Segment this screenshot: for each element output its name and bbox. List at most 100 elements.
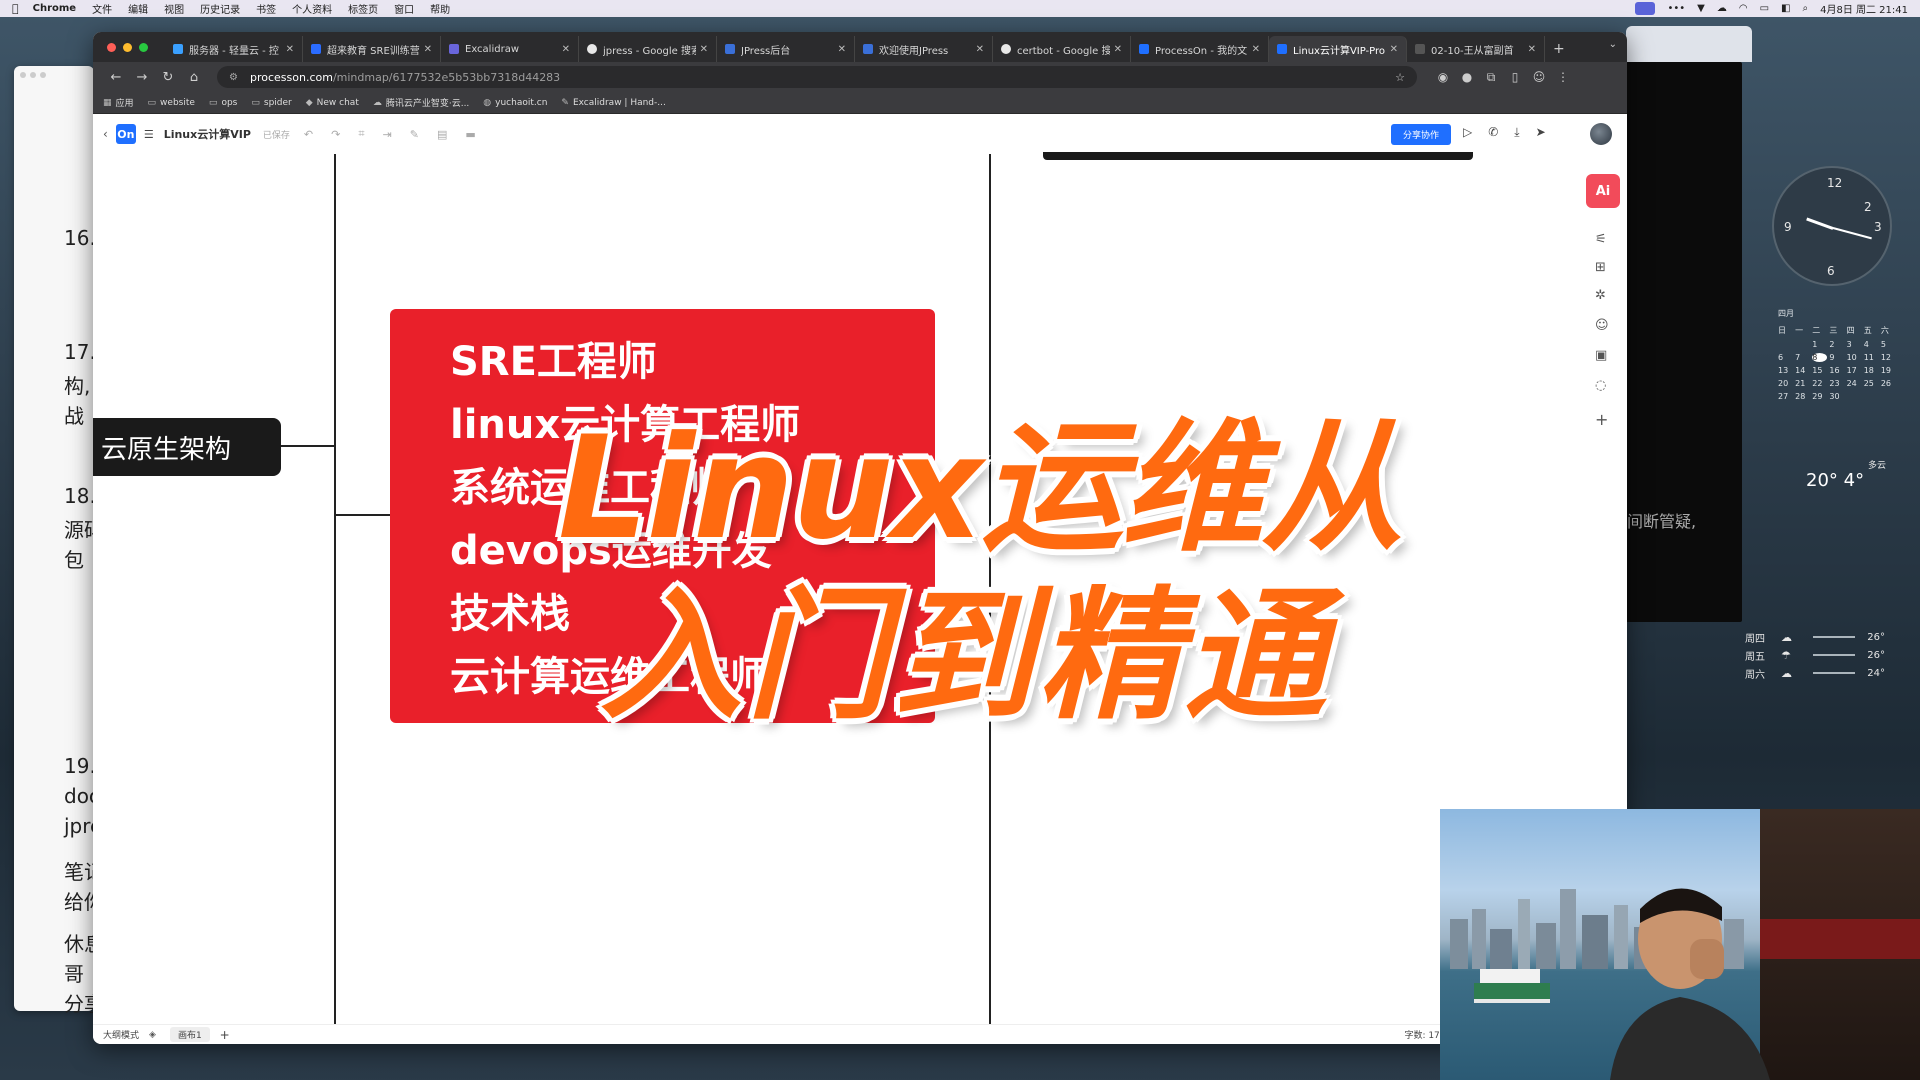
apple-icon[interactable]: : [12, 2, 19, 15]
control-center-icon[interactable]: ◧: [1781, 3, 1790, 14]
menubar-item-help[interactable]: 帮助: [430, 1, 450, 16]
present-icon[interactable]: ▷: [1463, 125, 1472, 140]
close-icon[interactable]: ✕: [1390, 44, 1398, 55]
vpn-icon[interactable]: ▼: [1697, 3, 1705, 14]
bookmark-tencent-cloud[interactable]: ☁ 腾讯云产业智变·云...: [373, 96, 469, 110]
menubar-item-history[interactable]: 历史记录: [200, 1, 240, 16]
ai-assistant-button[interactable]: Ai: [1586, 174, 1620, 208]
redo-icon[interactable]: ↷: [331, 128, 340, 141]
menu-icon[interactable]: ☰: [144, 128, 154, 141]
user-avatar[interactable]: [1590, 123, 1612, 145]
browser-tab[interactable]: JPress后台 ✕: [717, 36, 855, 62]
close-icon[interactable]: ✕: [424, 44, 432, 55]
zoom-window-button[interactable]: [139, 43, 148, 52]
chrome-menu-icon[interactable]: ⋮: [1551, 70, 1575, 84]
extensions-puzzle-icon[interactable]: ⧉: [1479, 70, 1503, 85]
document-title[interactable]: Linux云计算VIP: [164, 126, 251, 142]
close-icon[interactable]: ✕: [1528, 44, 1536, 55]
close-icon[interactable]: ✕: [1114, 44, 1122, 55]
add-icon[interactable]: +: [1595, 410, 1608, 429]
collapsed-node-bar[interactable]: [1043, 152, 1473, 160]
download-icon[interactable]: ⤓: [1514, 125, 1519, 140]
close-icon[interactable]: ✕: [286, 44, 294, 55]
mindmap-canvas[interactable]: 云原生架构 SRE工程师 linux云计算工程师 系统运维工程师 devops运…: [93, 152, 1627, 1024]
bookmark-excalidraw[interactable]: ✎ Excalidraw | Hand-...: [561, 98, 665, 108]
close-icon[interactable]: ✕: [700, 44, 708, 55]
battery-icon[interactable]: ▭: [1760, 3, 1769, 14]
bookmark-new-chat[interactable]: ◆ New chat: [306, 98, 359, 108]
more-icon[interactable]: •••: [1667, 3, 1685, 14]
style-settings-icon[interactable]: ⚟: [1595, 232, 1607, 247]
menubar-item-bookmarks[interactable]: 书签: [256, 1, 276, 16]
menubar-app-name[interactable]: Chrome: [33, 3, 76, 14]
insert-topic-icon[interactable]: ⇥: [383, 128, 392, 141]
menubar-item-view[interactable]: 视图: [164, 1, 184, 16]
close-icon[interactable]: ✕: [838, 44, 846, 55]
profile-avatar-icon[interactable]: ☺: [1527, 70, 1551, 84]
menubar-item-file[interactable]: 文件: [92, 1, 112, 16]
wifi-icon[interactable]: ◠: [1739, 3, 1748, 14]
menubar-item-edit[interactable]: 编辑: [128, 1, 148, 16]
browser-tab[interactable]: 超来教育 SRE训练营 ✕: [303, 36, 441, 62]
bookmark-star-icon[interactable]: ☆: [1395, 71, 1405, 84]
browser-tab[interactable]: Excalidraw ✕: [441, 36, 579, 62]
mindmap-node-job-titles[interactable]: SRE工程师 linux云计算工程师 系统运维工程师 devops运维开发 技术…: [390, 309, 935, 723]
back-icon[interactable]: ←: [103, 70, 129, 85]
site-info-icon[interactable]: ⚙: [229, 72, 238, 83]
menubar-datetime[interactable]: 4月8日 周二 21:41: [1820, 1, 1908, 16]
browser-tab[interactable]: 02-10-王从富副首 ✕: [1407, 36, 1545, 62]
structure-icon[interactable]: ⊞: [1595, 260, 1606, 275]
layers-icon[interactable]: ◈: [149, 1030, 156, 1040]
minimize-window-button[interactable]: [123, 43, 132, 52]
browser-tab-active[interactable]: Linux云计算VIP-Pro ✕: [1269, 36, 1407, 62]
mindmap-node-cloud-native[interactable]: 云原生架构: [93, 418, 281, 476]
reload-icon[interactable]: ↻: [155, 70, 181, 85]
pen-icon[interactable]: ✎: [410, 128, 419, 141]
screen-record-icon[interactable]: [1635, 2, 1656, 15]
address-bar[interactable]: ⚙ processon.com/mindmap/6177532e5b53bb73…: [217, 66, 1417, 88]
new-tab-button[interactable]: +: [1545, 36, 1573, 62]
more-tools-icon[interactable]: ▬: [465, 128, 475, 141]
cloud-icon[interactable]: ☁: [1717, 3, 1727, 14]
background-window-titlebar[interactable]: [1626, 26, 1752, 62]
format-painter-icon[interactable]: ⌗: [358, 127, 364, 141]
phone-icon[interactable]: ✆: [1488, 125, 1498, 140]
bookmark-folder-ops[interactable]: ▭ ops: [209, 98, 237, 108]
close-icon[interactable]: ✕: [976, 44, 984, 55]
canvas-page-tab[interactable]: 画布1: [169, 1027, 210, 1042]
forward-icon[interactable]: →: [129, 70, 155, 85]
extension-icon[interactable]: ◉: [1431, 70, 1455, 84]
bookmark-apps[interactable]: ▦ 应用: [103, 96, 134, 110]
close-icon[interactable]: ✕: [562, 44, 570, 55]
bookmark-folder-spider[interactable]: ▭ spider: [251, 98, 291, 108]
browser-tab[interactable]: 服务器 - 轻量云 - 控 ✕: [165, 36, 303, 62]
extension-icon[interactable]: ●: [1455, 70, 1479, 84]
undo-icon[interactable]: ↶: [304, 128, 313, 141]
browser-tab[interactable]: certbot - Google 搜 ✕: [993, 36, 1131, 62]
theme-icon[interactable]: ✲: [1595, 288, 1606, 303]
menubar-item-tabs[interactable]: 标签页: [348, 1, 378, 16]
browser-tab[interactable]: 欢迎使用JPress ✕: [855, 36, 993, 62]
add-page-button[interactable]: +: [220, 1028, 230, 1042]
home-icon[interactable]: ⌂: [181, 70, 207, 85]
tab-search-icon[interactable]: ⌄: [1609, 39, 1617, 50]
sticker-icon[interactable]: ◌: [1595, 378, 1606, 393]
processon-logo[interactable]: On: [115, 124, 136, 144]
bookmark-yuchaoit[interactable]: ◍ yuchaoit.cn: [483, 98, 547, 108]
emoji-icon[interactable]: ☺: [1595, 318, 1609, 333]
bookmark-folder-website[interactable]: ▭ website: [148, 98, 195, 108]
menubar-item-window[interactable]: 窗口: [394, 1, 414, 16]
side-panel-icon[interactable]: ▯: [1503, 70, 1527, 84]
layout-icon[interactable]: ▤: [437, 128, 447, 141]
background-dark-window[interactable]: [1626, 62, 1742, 622]
image-icon[interactable]: ▣: [1595, 348, 1607, 363]
back-icon[interactable]: ‹: [103, 127, 108, 141]
search-icon[interactable]: ⌕: [1802, 3, 1808, 14]
close-window-button[interactable]: [107, 43, 116, 52]
send-icon[interactable]: ➤: [1536, 125, 1546, 140]
share-collaborate-button[interactable]: 分享协作: [1391, 124, 1451, 145]
menubar-item-profile[interactable]: 个人资料: [292, 1, 332, 16]
outline-mode-toggle[interactable]: 大纲模式: [103, 1028, 139, 1041]
browser-tab[interactable]: jpress - Google 搜索 ✕: [579, 36, 717, 62]
browser-tab[interactable]: ProcessOn - 我的文 ✕: [1131, 36, 1269, 62]
